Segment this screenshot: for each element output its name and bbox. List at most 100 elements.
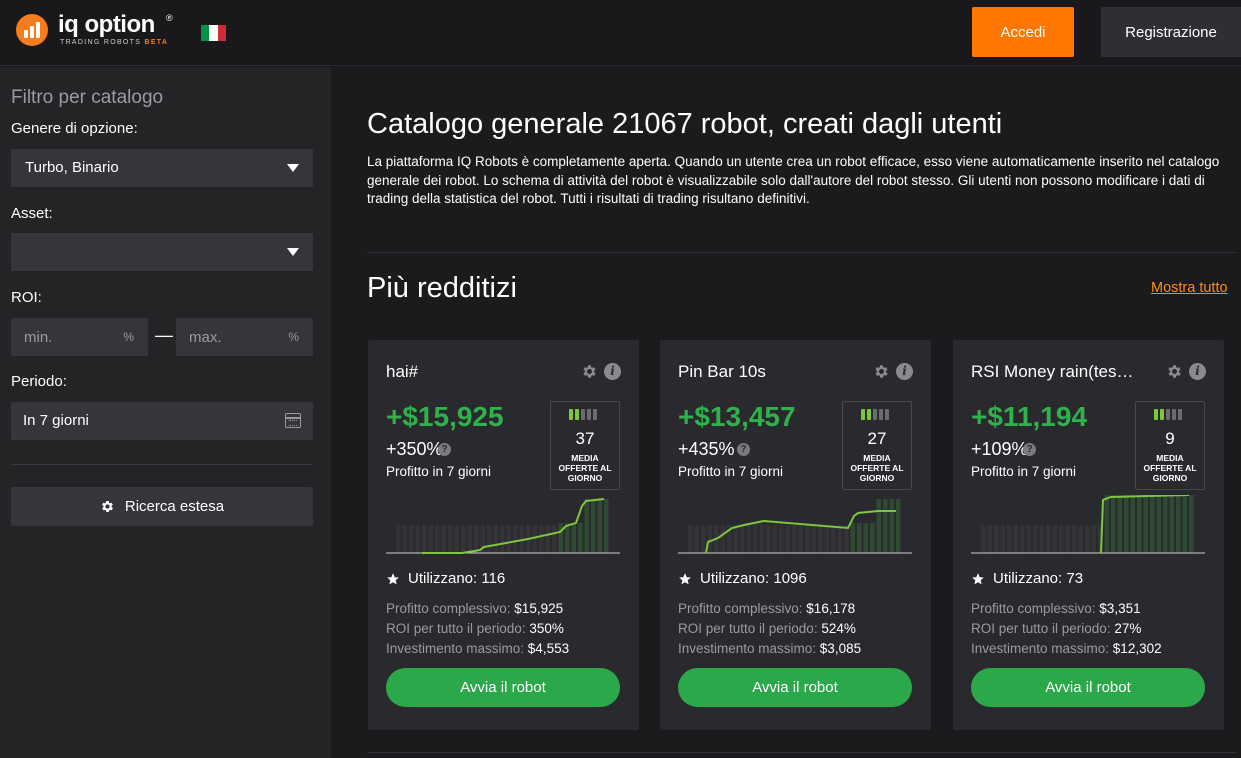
stat-label: Investimento massimo: [678,641,820,656]
option-type-select[interactable]: Turbo, Binario [11,149,313,187]
stat-label: Investimento massimo: [971,641,1113,656]
robot-card: Pin Bar 10s i +$13,457 +435%? Profitto in 7 … [660,340,931,730]
main-divider [367,252,1237,253]
activity-bar [1160,409,1164,420]
activity-bar [593,409,597,420]
stat-value: 524% [821,621,856,636]
activity-bar [879,409,883,420]
roi-min-field[interactable]: % [11,318,148,356]
gear-icon[interactable] [873,363,890,380]
roi-min-unit: % [123,330,134,344]
activity-bars [861,409,889,420]
help-icon[interactable]: ? [737,443,750,456]
bottom-divider [367,752,1237,753]
activity-bars [1154,409,1182,420]
activity-bar [867,409,871,420]
page-description: La piattaforma IQ Robots è completamente… [367,154,1220,206]
users-value: 73 [1066,570,1084,587]
activity-bar [587,409,591,420]
info-icon[interactable]: i [896,363,913,380]
start-robot-button[interactable]: Avvia il robot [386,668,620,707]
trades-caption-line: MEDIA [571,453,599,463]
activity-bar [873,409,877,420]
caret-down-icon [287,248,299,256]
stat-label: Profitto complessivo: [386,601,515,616]
period-label: Periodo: [11,373,67,390]
trades-caption-line: GIORNO [567,473,603,483]
show-all-link[interactable]: Mostra tutto [1151,280,1228,296]
info-icon[interactable]: i [1189,363,1206,380]
total-profit-stat: Profitto complessivo: $3,351 [971,601,1141,616]
gear-icon[interactable] [581,363,598,380]
option-type-label: Genere di opzione: [11,120,138,137]
roi-max-field[interactable]: % [176,318,313,356]
start-robot-button[interactable]: Avvia il robot [678,668,912,707]
trades-caption-line: GIORNO [859,473,895,483]
period-picker[interactable]: In 7 giorni [11,402,313,440]
users-value: 1096 [773,570,807,587]
logo-bars-icon [16,14,48,46]
roi-range-dash: — [155,325,173,345]
users-value: 116 [481,570,506,587]
activity-bar [569,409,573,420]
caret-down-icon [287,164,299,172]
section-title: Più redditizi [367,272,517,304]
activity-bar [1154,409,1158,420]
register-button[interactable]: Registrazione [1101,7,1241,57]
gear-icon[interactable] [1166,363,1183,380]
trades-caption-line: OFFERTE AL [1143,463,1197,473]
calendar-icon[interactable] [285,413,301,428]
activity-bar [861,409,865,420]
info-icon[interactable]: i [604,363,621,380]
logo-subtitle-text: TRADING ROBOTS [60,39,142,46]
daily-trades-count: 27 [867,429,887,448]
robot-card: RSI Money rain(tes… i +$11,194 +109%? Profit… [953,340,1224,730]
trades-caption-line: OFFERTE AL [850,463,904,473]
star-icon [387,572,399,584]
star-icon [679,572,691,584]
start-robot-button[interactable]: Avvia il robot [971,668,1205,707]
logo-registered-mark: ® [166,13,173,23]
logo-subtitle: TRADING ROBOTS BETA [60,39,168,46]
max-investment-stat: Investimento massimo: $12,302 [971,641,1162,656]
help-icon[interactable]: ? [438,443,451,456]
stat-label: ROI per tutto il periodo: [971,621,1115,636]
trades-caption-line: OFFERTE AL [558,463,612,473]
logo-name: iq option [58,11,155,38]
daily-trades-box: 9 MEDIA OFFERTE AL GIORNO [1135,401,1205,490]
stat-value: $12,302 [1112,641,1162,656]
activity-bar [575,409,579,420]
users-count: Utilizzano: 116 [386,570,505,587]
help-icon[interactable]: ? [1023,443,1036,456]
top-header: iq option ® TRADING ROBOTS BETA Accedi R… [0,0,1241,66]
activity-bar [885,409,889,420]
roi-stat: ROI per tutto il periodo: 350% [386,621,564,636]
login-button[interactable]: Accedi [972,7,1074,57]
robot-profit: +$11,194 [971,401,1088,432]
filter-sidebar: Filtro per catalogo Genere di opzione: T… [0,67,331,758]
users-count: Utilizzano: 1096 [678,570,807,587]
trades-caption-line: GIORNO [1152,473,1188,483]
roi-stat: ROI per tutto il periodo: 27% [971,621,1141,636]
logo-beta-badge: BETA [144,39,169,46]
italy-flag-icon[interactable] [201,25,226,41]
gear-icon [102,501,113,512]
iq-option-logo[interactable]: iq option ® TRADING ROBOTS BETA [16,11,186,52]
asset-select[interactable] [11,233,313,271]
profit-sparkline [386,498,620,554]
stat-label: Investimento massimo: [386,641,528,656]
activity-bars [569,409,597,420]
robot-name[interactable]: RSI Money rain(tes… [971,362,1134,382]
extended-search-label: Ricerca estesa [124,498,225,515]
profit-period-label: Profitto in 7 giorni [678,464,784,479]
stat-label: ROI per tutto il periodo: [678,621,822,636]
stat-value: $3,351 [1099,601,1141,616]
robot-name[interactable]: hai# [386,362,418,382]
stat-value: 350% [529,621,564,636]
extended-search-button[interactable]: Ricerca estesa [11,487,313,526]
robot-name[interactable]: Pin Bar 10s [678,362,766,382]
users-label: Utilizzano: 73 [993,570,1083,587]
stat-value: $15,925 [514,601,564,616]
robot-card: hai# i +$15,925 +350%? Profitto in 7 giorni 3… [368,340,639,730]
filter-title: Filtro per catalogo [11,87,164,108]
